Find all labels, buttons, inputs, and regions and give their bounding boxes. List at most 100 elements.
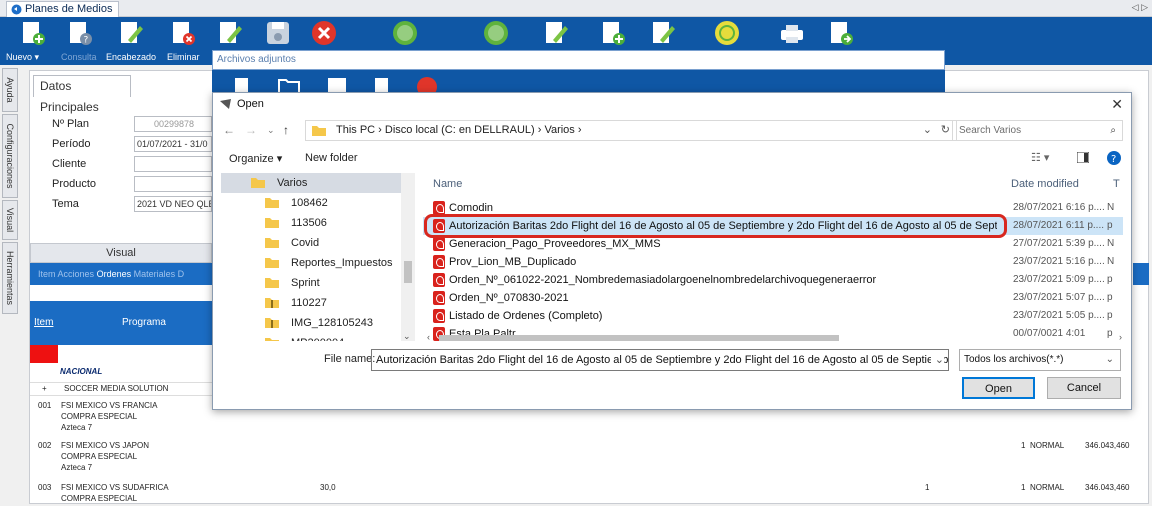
chevron-down-icon[interactable]: ⌄ (403, 331, 411, 342)
file-list-header: Name Date modified T (423, 173, 1133, 195)
chevron-down-icon[interactable]: ⌄ (1106, 350, 1114, 370)
subtab-acciones[interactable]: Acciones (58, 269, 95, 279)
horizontal-scrollbar[interactable]: ⌄ ‹ › (213, 331, 1131, 343)
back-arrow-icon[interactable]: ← (223, 123, 235, 137)
nav-item-covid[interactable]: Covid (265, 233, 414, 253)
nav-item-sprint[interactable]: Sprint (265, 273, 414, 293)
file-name-input[interactable]: Autorización Baritas 2do Flight del 16 d… (371, 349, 949, 371)
table-row[interactable]: 003 FSI MEXICO VS SUDAFRICA COMPRA ESPEC… (30, 482, 212, 504)
col-date-modified[interactable]: Date modified (1011, 178, 1079, 190)
address-row: ← → ⌄ ↑ This PC › Disco local (C: en DEL… (213, 117, 1131, 143)
export-doc-icon[interactable] (828, 20, 854, 46)
tab-scroll-arrows[interactable]: ◁ ▷ (1132, 2, 1148, 13)
nav-item-108462[interactable]: 108462 (265, 193, 414, 213)
approve-icon[interactable] (392, 20, 418, 46)
new-button-label[interactable]: Nuevo ▾ (6, 52, 39, 63)
file-row[interactable]: Orden_Nº_070830-2021 23/07/2021 5:07 p...… (423, 289, 1123, 307)
side-tab-configuraciones[interactable]: Configuraciones (2, 114, 18, 198)
globe-icon[interactable] (714, 20, 740, 46)
save-icon[interactable] (265, 20, 291, 46)
table-row[interactable]: 002 FSI MEXICO VS JAPON COMPRA ESPECIAL … (30, 440, 212, 473)
cancel-button[interactable]: Cancel (1047, 377, 1121, 399)
table-row[interactable]: 001 FSI MEXICO VS FRANCIA COMPRA ESPECIA… (30, 400, 212, 433)
edit-icon[interactable] (217, 20, 243, 46)
svg-text:?: ? (84, 36, 89, 46)
plan-number-field[interactable]: 00299878 (134, 116, 212, 132)
search-icon: ⌕ (1110, 125, 1116, 136)
subtab-ordenes[interactable]: Ordenes (97, 269, 132, 279)
file-row[interactable]: Prov_Lion_MB_Duplicado 23/07/2021 5:16 p.… (423, 253, 1123, 271)
open-button[interactable]: Open (962, 377, 1035, 399)
new-folder-button[interactable]: New folder (305, 152, 358, 164)
printer-icon[interactable] (779, 20, 805, 46)
nav-item-img[interactable]: IMG_128105243 (265, 313, 414, 333)
chevron-left-icon[interactable]: ‹ (427, 332, 430, 342)
chevron-down-icon[interactable]: ⌄ (923, 121, 932, 140)
cancel-icon[interactable] (311, 20, 337, 46)
col-name[interactable]: Name (433, 178, 462, 190)
edit-icon[interactable] (543, 20, 569, 46)
nav-item-113506[interactable]: 113506 (265, 213, 414, 233)
scroll-thumb[interactable] (404, 261, 412, 283)
new-doc-icon[interactable] (600, 20, 626, 46)
chevron-right-icon[interactable]: › (1119, 332, 1122, 342)
query-doc-icon[interactable]: ? (67, 20, 93, 46)
theme-field[interactable]: 2021 VD NEO QLE (134, 196, 212, 212)
nav-item-110227[interactable]: 110227 (265, 293, 414, 313)
file-row[interactable]: Listado de Ordenes (Completo) 23/07/2021 … (423, 307, 1123, 325)
search-input[interactable]: Search Varios ⌕ (952, 120, 1123, 141)
pdf-icon (433, 273, 445, 287)
client-field[interactable] (134, 156, 212, 172)
side-tab-visual[interactable]: Visual (2, 200, 18, 240)
recent-dropdown-icon[interactable]: ⌄ (267, 125, 275, 136)
close-icon[interactable]: ✕ (1111, 96, 1123, 113)
subgroup-row[interactable]: + SOCCER MEDIA SOLUTION (30, 382, 212, 396)
datos-principales-tab[interactable]: Datos Principales (33, 75, 131, 114)
side-tab-ayuda[interactable]: Ayuda (2, 68, 18, 112)
edit-header-icon[interactable] (118, 20, 144, 46)
nav-scrollbar[interactable] (401, 173, 415, 341)
navigation-pane: Varios 108462 113506 Covid Reportes_Impu… (221, 173, 415, 341)
delete-button-label[interactable]: Eliminar (167, 52, 200, 62)
forward-arrow-icon[interactable]: → (245, 123, 257, 137)
status-marker (30, 345, 58, 363)
theme-label: Tema (52, 198, 79, 210)
subtab-item[interactable]: Item (38, 269, 56, 279)
folder-icon (265, 256, 279, 268)
help-icon[interactable]: ? (1107, 151, 1121, 165)
preview-pane-icon[interactable] (1077, 152, 1089, 163)
expand-toggle[interactable]: + (42, 383, 47, 394)
period-field[interactable]: 01/07/2021 - 31/0 (134, 136, 212, 152)
view-options-icon[interactable]: ☷ ▾ (1031, 151, 1049, 164)
subtab-materiales[interactable]: Materiales (134, 269, 176, 279)
row-type: NORMAL (1030, 483, 1065, 492)
chevron-down-icon[interactable]: ⌄ (930, 350, 944, 370)
tab-planes-de-medios[interactable]: Planes de Medios (6, 1, 120, 17)
grid-header-right (1133, 263, 1149, 285)
product-field[interactable] (134, 176, 212, 192)
breadcrumb[interactable]: This PC › Disco local (C: en DELLRAUL) ›… (336, 124, 582, 136)
grid-col-programa[interactable]: Programa (122, 317, 166, 328)
header-button-label[interactable]: Encabezado (106, 52, 156, 62)
pdf-icon (433, 237, 445, 251)
grid-col-item[interactable]: Item (34, 317, 53, 328)
scroll-thumb[interactable] (439, 335, 839, 341)
refresh-icon[interactable]: ↻ (941, 121, 950, 140)
col-type[interactable]: T (1113, 178, 1120, 190)
nav-item-varios[interactable]: Varios (251, 173, 414, 193)
file-type-select[interactable]: Todos los archivos(*.*) ⌄ (959, 349, 1121, 371)
organize-menu[interactable]: Organize ▾ (229, 152, 282, 165)
nav-item-reportes-impuestos[interactable]: Reportes_Impuestos (265, 253, 414, 273)
up-arrow-icon[interactable]: ↑ (283, 123, 289, 137)
file-list: Name Date modified T Comodin 28/07/2021 6… (423, 173, 1133, 341)
query-button-label[interactable]: Consulta (61, 52, 97, 62)
app-logo-icon (11, 4, 22, 15)
approve-icon[interactable] (483, 20, 509, 46)
delete-doc-icon[interactable] (170, 20, 196, 46)
side-tab-herramientas[interactable]: Herramientas (2, 242, 18, 314)
file-row[interactable]: Orden_Nº_061022-2021_Nombredemasiadolarg… (423, 271, 1123, 289)
edit-icon[interactable] (650, 20, 676, 46)
address-bar[interactable]: This PC › Disco local (C: en DELLRAUL) ›… (305, 120, 957, 141)
new-doc-icon[interactable] (20, 20, 46, 46)
subtab-d[interactable]: D (178, 269, 185, 279)
